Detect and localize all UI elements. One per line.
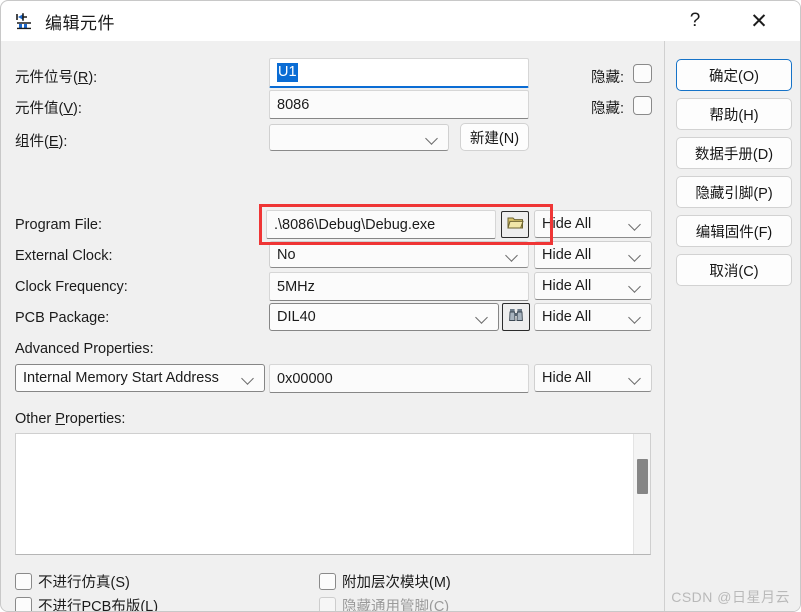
clock-frequency-input[interactable]: 5MHz xyxy=(269,272,529,301)
clock-frequency-value: 5MHz xyxy=(277,278,315,295)
ok-button[interactable]: 确定(O) xyxy=(676,59,792,91)
designator-label: 元件位号(R): xyxy=(15,70,98,86)
help-button[interactable]: ? xyxy=(672,1,718,41)
program-file-label: Program File: xyxy=(15,217,103,233)
dialog-body: 元件位号(R): U1 隐藏: 元件值(V): 8086 隐藏: 组件(E): … xyxy=(1,41,800,612)
watermark: CSDN @日星月云 xyxy=(671,589,790,605)
pcb-package-search-button[interactable] xyxy=(502,303,530,331)
checkbox-no-simulation[interactable]: 不进行仿真(S) xyxy=(15,571,130,592)
value-input[interactable]: 8086 xyxy=(269,90,529,119)
external-clock-label: External Clock: xyxy=(15,248,113,264)
external-clock-combobox[interactable]: No xyxy=(269,241,529,268)
component-combobox[interactable] xyxy=(269,124,449,151)
value-hidden-checkbox[interactable] xyxy=(633,96,652,115)
advanced-properties-input[interactable]: 0x00000 xyxy=(269,364,529,393)
external-clock-hide-value: Hide All xyxy=(542,247,592,263)
program-file-input[interactable]: .\8086\Debug\Debug.exe xyxy=(266,210,496,239)
checkbox-label: 附加层次模块(M) xyxy=(342,575,451,591)
other-properties-scrollbar[interactable] xyxy=(633,434,650,554)
checkbox-box[interactable] xyxy=(319,573,336,590)
other-properties-label: Other Properties: xyxy=(15,411,126,427)
binoculars-icon xyxy=(508,308,524,327)
designator-value: U1 xyxy=(277,63,298,82)
clock-frequency-hide-value: Hide All xyxy=(542,278,592,294)
chevron-down-icon xyxy=(241,371,255,385)
program-file-hide-combobox[interactable]: Hide All xyxy=(534,210,652,238)
advanced-properties-hide-combobox[interactable]: Hide All xyxy=(534,364,652,392)
advanced-properties-selector[interactable]: Internal Memory Start Address xyxy=(15,364,265,392)
chevron-down-icon xyxy=(425,131,439,145)
value-text: 8086 xyxy=(277,96,310,113)
chevron-down-icon xyxy=(628,310,642,324)
hide-pins-button[interactable]: 隐藏引脚(P) xyxy=(676,176,792,208)
component-label: 组件(E): xyxy=(15,134,68,150)
checkbox-no-pcb-layout[interactable]: 不进行PCB布版(L) xyxy=(15,595,159,612)
clock-frequency-label: Clock Frequency: xyxy=(15,279,128,295)
external-clock-value: No xyxy=(277,246,296,263)
scrollbar-thumb[interactable] xyxy=(637,459,648,494)
checkbox-box[interactable] xyxy=(15,597,32,611)
pcb-package-combobox[interactable]: DIL40 xyxy=(269,303,499,331)
edit-firmware-button[interactable]: 编辑固件(F) xyxy=(676,215,792,247)
value-label: 元件值(V): xyxy=(15,101,82,117)
designator-input[interactable]: U1 xyxy=(269,58,529,88)
program-file-hide-value: Hide All xyxy=(542,216,592,232)
close-button[interactable]: ✕ xyxy=(736,1,782,41)
help-dialog-button[interactable]: 帮助(H) xyxy=(676,98,792,130)
designator-hidden-label: 隐藏: xyxy=(591,70,625,86)
cancel-button[interactable]: 取消(C) xyxy=(676,254,792,286)
checkbox-label: 不进行仿真(S) xyxy=(38,575,130,591)
chevron-down-icon xyxy=(505,248,519,262)
window-title: 编辑元件 xyxy=(45,13,115,33)
clock-frequency-hide-combobox[interactable]: Hide All xyxy=(534,272,652,300)
title-bar: 编辑元件 ? ✕ xyxy=(1,1,800,41)
datasheet-button[interactable]: 数据手册(D) xyxy=(676,137,792,169)
checkbox-box xyxy=(319,597,336,611)
program-file-browse-button[interactable] xyxy=(501,211,529,238)
value-hidden-label: 隐藏: xyxy=(591,101,625,117)
pcb-package-value: DIL40 xyxy=(277,309,316,325)
dialog-button-panel: 确定(O) 帮助(H) 数据手册(D) 隐藏引脚(P) 编辑固件(F) 取消(C… xyxy=(664,41,800,611)
checkbox-box[interactable] xyxy=(15,573,32,590)
advanced-properties-value: 0x00000 xyxy=(277,370,333,387)
new-component-button[interactable]: 新建(N) xyxy=(460,123,529,151)
checkbox-label: 不进行PCB布版(L) xyxy=(38,599,159,612)
program-file-value: .\8086\Debug\Debug.exe xyxy=(274,216,436,233)
advanced-properties-label: Advanced Properties: xyxy=(15,341,154,357)
advanced-properties-hide-value: Hide All xyxy=(542,370,592,386)
checkbox-label: 隐藏通用管脚(C) xyxy=(342,599,450,612)
pcb-package-label: PCB Package: xyxy=(15,310,110,326)
external-clock-hide-combobox[interactable]: Hide All xyxy=(534,241,652,269)
folder-open-icon xyxy=(506,215,524,235)
chevron-down-icon xyxy=(475,310,489,324)
chevron-down-icon xyxy=(628,279,642,293)
chevron-down-icon xyxy=(628,371,642,385)
checkbox-hide-common-pins: 隐藏通用管脚(C) xyxy=(319,595,450,612)
checkbox-attach-hierarchical-module[interactable]: 附加层次模块(M) xyxy=(319,571,451,592)
advanced-properties-selected: Internal Memory Start Address xyxy=(23,370,219,386)
designator-hidden-checkbox[interactable] xyxy=(633,64,652,83)
properties-panel: 元件位号(R): U1 隐藏: 元件值(V): 8086 隐藏: 组件(E): … xyxy=(1,41,664,612)
pcb-package-hide-combobox[interactable]: Hide All xyxy=(534,303,652,331)
pcb-package-hide-value: Hide All xyxy=(542,309,592,325)
other-properties-textarea[interactable] xyxy=(15,433,651,555)
component-edit-icon xyxy=(15,12,33,30)
chevron-down-icon xyxy=(628,248,642,262)
chevron-down-icon xyxy=(628,217,642,231)
edit-component-dialog: 编辑元件 ? ✕ 元件位号(R): U1 隐藏: 元件值(V): 8086 隐藏… xyxy=(0,0,801,612)
